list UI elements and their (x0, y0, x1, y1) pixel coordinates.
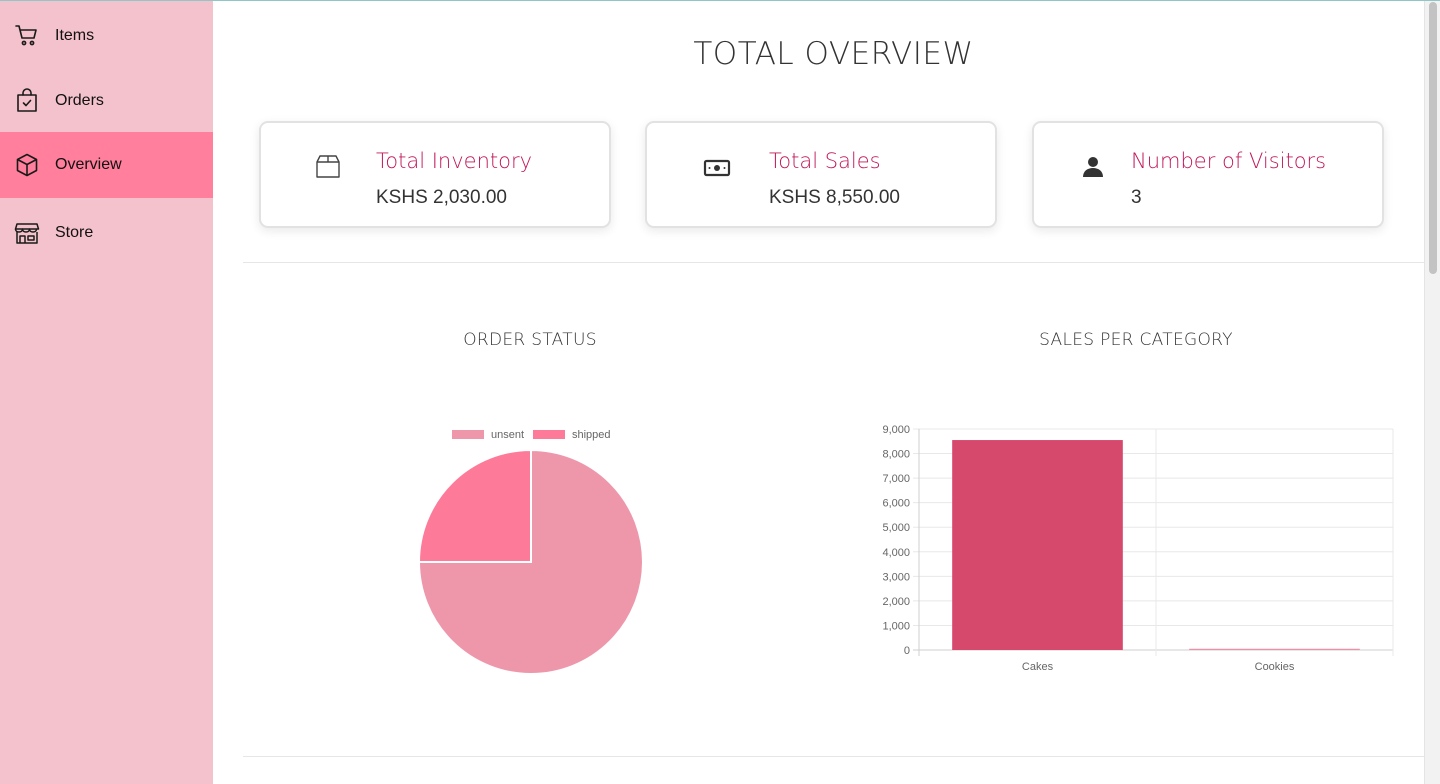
y-tick-label: 0 (904, 645, 910, 657)
sidebar: Items Orders Overview Store (0, 0, 213, 784)
section-divider (243, 756, 1424, 757)
bar-cookies[interactable] (1189, 648, 1360, 650)
y-tick-label: 7,000 (882, 473, 910, 485)
storefront-icon (14, 220, 40, 246)
card-value: KSHS 2,030.00 (376, 187, 507, 208)
card-value: KSHS 8,550.00 (769, 187, 900, 208)
y-tick-label: 1,000 (882, 620, 910, 632)
person-icon (1079, 153, 1107, 181)
cash-icon (703, 153, 731, 181)
vertical-scrollbar[interactable] (1424, 0, 1440, 784)
x-tick-label: Cookies (1255, 661, 1295, 673)
x-tick-label: Cakes (1022, 661, 1054, 673)
sidebar-item-items[interactable]: Items (0, 3, 213, 69)
card-title: Total Inventory (376, 149, 533, 173)
order-status-title: ORDER STATUS (463, 330, 597, 350)
sidebar-item-overview[interactable]: Overview (0, 132, 213, 198)
section-divider (243, 262, 1424, 263)
sidebar-item-store[interactable]: Store (0, 200, 213, 266)
pie-slice-shipped[interactable] (417, 448, 532, 563)
card-title: Total Sales (769, 149, 881, 173)
visitors-card: Number of Visitors 3 (1032, 121, 1384, 228)
sidebar-item-label: Orders (55, 92, 104, 109)
sales-per-category-title: SALES PER CATEGORY (1039, 330, 1233, 350)
page-title: TOTAL OVERVIEW (693, 36, 974, 72)
y-tick-label: 2,000 (882, 596, 910, 608)
scrollbar-thumb[interactable] (1429, 2, 1437, 274)
top-border (0, 0, 1440, 1)
sales-per-category-bar-chart: 0 1,000 2,000 3,000 4,000 5,000 6,000 7,000 8,00… (882, 424, 1394, 673)
y-tick-label: 3,000 (882, 571, 910, 583)
card-value: 3 (1131, 187, 1142, 208)
shopping-bag-check-icon (14, 88, 40, 114)
sidebar-item-label: Store (55, 224, 94, 241)
box-3d-icon (14, 152, 40, 178)
sidebar-item-orders[interactable]: Orders (0, 68, 213, 134)
bar-cakes[interactable] (952, 440, 1123, 650)
package-icon (314, 153, 342, 181)
y-tick-label: 4,000 (882, 547, 910, 559)
y-tick-label: 9,000 (882, 424, 910, 436)
sidebar-item-label: Items (55, 27, 95, 44)
legend-swatch-shipped[interactable] (533, 430, 565, 439)
total-sales-card: Total Sales KSHS 8,550.00 (645, 121, 997, 228)
y-tick-label: 6,000 (882, 498, 910, 510)
y-tick-label: 8,000 (882, 449, 910, 461)
legend-swatch-unsent[interactable] (452, 430, 484, 439)
legend-label-unsent[interactable]: unsent (491, 429, 524, 441)
total-inventory-card: Total Inventory KSHS 2,030.00 (259, 121, 611, 228)
legend-label-shipped[interactable]: shipped (572, 429, 611, 441)
order-status-pie-chart: unsent shipped (417, 429, 644, 675)
y-tick-label: 5,000 (882, 522, 910, 534)
cart-icon (14, 23, 40, 49)
sidebar-item-label: Overview (55, 156, 122, 173)
card-title: Number of Visitors (1131, 149, 1327, 173)
